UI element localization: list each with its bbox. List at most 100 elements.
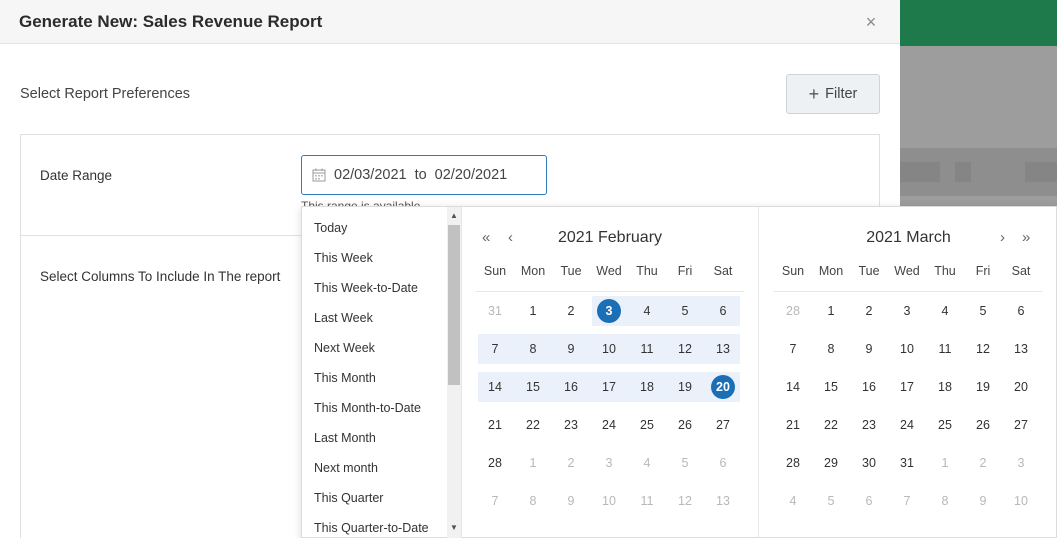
calendar-day[interactable]: 28 bbox=[774, 451, 812, 475]
calendar-day[interactable]: 2 bbox=[850, 299, 888, 323]
calendar-day[interactable]: 24 bbox=[590, 413, 628, 437]
calendar-day[interactable]: 9 bbox=[552, 489, 590, 513]
calendar-day[interactable]: 7 bbox=[476, 337, 514, 361]
calendar-day[interactable]: 3 bbox=[590, 451, 628, 475]
calendar-day[interactable]: 21 bbox=[774, 413, 812, 437]
preset-item[interactable]: Today bbox=[314, 221, 347, 235]
preset-item[interactable]: Next Week bbox=[314, 341, 375, 355]
calendar-day[interactable]: 5 bbox=[666, 299, 704, 323]
calendar-day[interactable]: 28 bbox=[476, 451, 514, 475]
preset-item[interactable]: This Week-to-Date bbox=[314, 281, 418, 295]
calendar-day[interactable]: 13 bbox=[704, 489, 742, 513]
calendar-day[interactable]: 11 bbox=[628, 489, 666, 513]
calendar-day[interactable]: 9 bbox=[850, 337, 888, 361]
preset-item[interactable]: Last Week bbox=[314, 311, 373, 325]
calendar-day[interactable]: 1 bbox=[926, 451, 964, 475]
calendar-day[interactable]: 4 bbox=[774, 489, 812, 513]
calendar-day[interactable]: 8 bbox=[514, 489, 552, 513]
calendar-day[interactable]: 31 bbox=[888, 451, 926, 475]
calendar-day[interactable]: 7 bbox=[476, 489, 514, 513]
calendar-day[interactable]: 27 bbox=[704, 413, 742, 437]
calendar-day[interactable]: 16 bbox=[552, 375, 590, 399]
calendar-day[interactable]: 22 bbox=[812, 413, 850, 437]
calendar-day[interactable]: 1 bbox=[514, 451, 552, 475]
calendar-day[interactable]: 6 bbox=[704, 451, 742, 475]
calendar-day[interactable]: 31 bbox=[476, 299, 514, 323]
calendar-day[interactable]: 29 bbox=[812, 451, 850, 475]
calendar-day[interactable]: 18 bbox=[926, 375, 964, 399]
calendar-day[interactable]: 14 bbox=[476, 375, 514, 399]
calendar-day[interactable]: 12 bbox=[666, 337, 704, 361]
preset-item[interactable]: This Quarter-to-Date bbox=[314, 521, 429, 535]
calendar-day[interactable]: 5 bbox=[964, 299, 1002, 323]
calendar-day[interactable]: 26 bbox=[964, 413, 1002, 437]
calendar-day[interactable]: 17 bbox=[888, 375, 926, 399]
calendar-day[interactable]: 14 bbox=[774, 375, 812, 399]
calendar-day[interactable]: 15 bbox=[812, 375, 850, 399]
calendar-day[interactable]: 27 bbox=[1002, 413, 1040, 437]
calendar-day[interactable]: 2 bbox=[964, 451, 1002, 475]
calendar-day[interactable]: 10 bbox=[590, 337, 628, 361]
calendar-day[interactable]: 10 bbox=[1002, 489, 1040, 513]
calendar-day[interactable]: 8 bbox=[926, 489, 964, 513]
calendar-day[interactable]: 12 bbox=[964, 337, 1002, 361]
next-year-icon[interactable]: » bbox=[1022, 229, 1030, 246]
preset-scrollbar-thumb[interactable] bbox=[448, 225, 460, 385]
calendar-day[interactable]: 6 bbox=[1002, 299, 1040, 323]
filter-button[interactable]: + Filter bbox=[786, 74, 880, 114]
calendar-day[interactable]: 16 bbox=[850, 375, 888, 399]
calendar-day[interactable]: 2 bbox=[552, 451, 590, 475]
calendar-day[interactable]: 23 bbox=[552, 413, 590, 437]
calendar-day[interactable]: 8 bbox=[514, 337, 552, 361]
calendar-day[interactable]: 21 bbox=[476, 413, 514, 437]
calendar-day[interactable]: 8 bbox=[812, 337, 850, 361]
calendar-day[interactable]: 20 bbox=[1002, 375, 1040, 399]
calendar-day[interactable]: 30 bbox=[850, 451, 888, 475]
calendar-day[interactable]: 19 bbox=[666, 375, 704, 399]
calendar-day[interactable]: 13 bbox=[704, 337, 742, 361]
calendar-day[interactable]: 11 bbox=[628, 337, 666, 361]
calendar-day[interactable]: 3 bbox=[888, 299, 926, 323]
calendar-day[interactable]: 1 bbox=[514, 299, 552, 323]
preset-item[interactable]: This Quarter bbox=[314, 491, 383, 505]
calendar-day[interactable]: 5 bbox=[666, 451, 704, 475]
calendar-day[interactable]: 12 bbox=[666, 489, 704, 513]
calendar-day[interactable]: 17 bbox=[590, 375, 628, 399]
calendar-day[interactable]: 5 bbox=[812, 489, 850, 513]
calendar-day[interactable]: 22 bbox=[514, 413, 552, 437]
calendar-day[interactable]: 2 bbox=[552, 299, 590, 323]
preset-item[interactable]: Next month bbox=[314, 461, 378, 475]
calendar-day[interactable]: 18 bbox=[628, 375, 666, 399]
calendar-day[interactable]: 4 bbox=[926, 299, 964, 323]
calendar-day[interactable]: 4 bbox=[628, 299, 666, 323]
close-icon[interactable]: × bbox=[861, 12, 881, 32]
preset-item[interactable]: This Month bbox=[314, 371, 376, 385]
calendar-day[interactable]: 10 bbox=[590, 489, 628, 513]
selected-day[interactable]: 20 bbox=[704, 375, 742, 399]
calendar-day[interactable]: 7 bbox=[888, 489, 926, 513]
calendar-day[interactable]: 13 bbox=[1002, 337, 1040, 361]
preset-item[interactable]: Last Month bbox=[314, 431, 376, 445]
date-range-input[interactable]: 02/03/2021 to 02/20/2021 bbox=[301, 155, 547, 195]
calendar-day[interactable]: 4 bbox=[628, 451, 666, 475]
next-month-icon[interactable]: › bbox=[1000, 229, 1005, 246]
calendar-day[interactable]: 15 bbox=[514, 375, 552, 399]
calendar-day[interactable]: 9 bbox=[964, 489, 1002, 513]
selected-day[interactable]: 3 bbox=[590, 299, 628, 323]
calendar-day[interactable]: 6 bbox=[850, 489, 888, 513]
scroll-up-icon[interactable]: ▲ bbox=[447, 209, 461, 223]
calendar-day[interactable]: 10 bbox=[888, 337, 926, 361]
calendar-day[interactable]: 24 bbox=[888, 413, 926, 437]
preset-item[interactable]: This Week bbox=[314, 251, 373, 265]
scroll-down-icon[interactable]: ▼ bbox=[447, 521, 461, 535]
preset-item[interactable]: This Month-to-Date bbox=[314, 401, 421, 415]
calendar-day[interactable]: 25 bbox=[926, 413, 964, 437]
calendar-day[interactable]: 9 bbox=[552, 337, 590, 361]
calendar-day[interactable]: 3 bbox=[1002, 451, 1040, 475]
calendar-day[interactable]: 25 bbox=[628, 413, 666, 437]
calendar-day[interactable]: 28 bbox=[774, 299, 812, 323]
calendar-day[interactable]: 7 bbox=[774, 337, 812, 361]
calendar-day[interactable]: 6 bbox=[704, 299, 742, 323]
calendar-day[interactable]: 1 bbox=[812, 299, 850, 323]
calendar-day[interactable]: 19 bbox=[964, 375, 1002, 399]
